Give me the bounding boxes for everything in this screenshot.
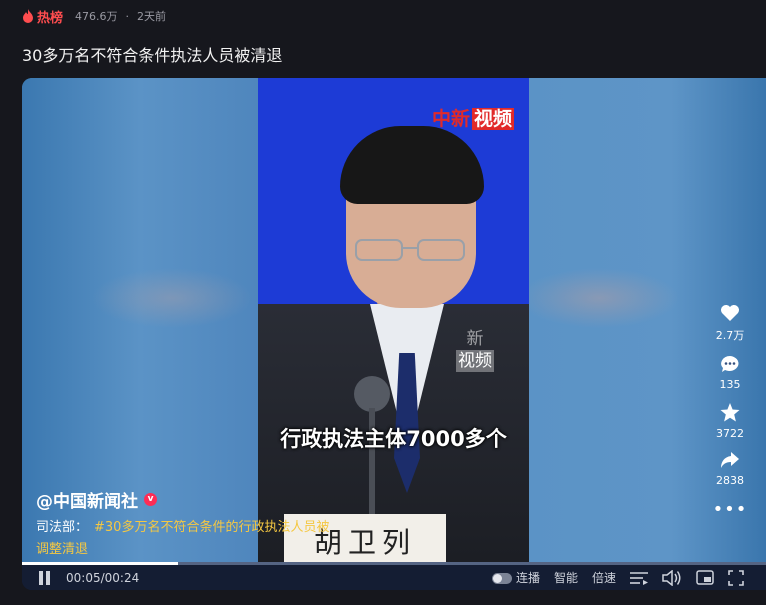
like-button[interactable]: 2.7万 xyxy=(708,304,752,343)
video-description: 司法部： #30多万名不符合条件的行政执法人员被 xyxy=(36,516,329,535)
current-time: 00:05 xyxy=(66,570,101,585)
top-meta-bar: 热榜 476.6万 · 2天前 xyxy=(22,6,166,26)
microphone xyxy=(354,376,390,412)
controls-right: 连播 智能 倍速 xyxy=(491,569,744,586)
description-prefix: 司法部： xyxy=(36,520,89,535)
playlist-icon[interactable] xyxy=(630,571,648,585)
time-display: 00:05/00:24 xyxy=(66,570,140,585)
share-button[interactable]: 2838 xyxy=(708,452,752,487)
comment-button[interactable]: 135 xyxy=(708,355,752,391)
hot-label: 热榜 xyxy=(37,10,64,26)
pause-icon[interactable] xyxy=(38,570,52,585)
star-icon xyxy=(720,403,740,422)
post-time: 2天前 xyxy=(137,10,167,23)
fullscreen-icon[interactable] xyxy=(728,569,744,586)
video-player[interactable]: 胡卫列 中新 视频 新视频 行政执法主体7000多个 @中国新闻社 v 司法部： #… xyxy=(22,78,766,590)
autoplay-toggle[interactable]: 连播 xyxy=(491,569,540,586)
player-controls: 00:05/00:24 连播 智能 倍速 xyxy=(22,565,766,590)
comment-count: 135 xyxy=(719,378,741,391)
toggle-switch-icon xyxy=(491,573,512,584)
volume-icon[interactable] xyxy=(662,569,682,586)
share-icon xyxy=(721,452,739,468)
hot-list-link[interactable]: 热榜 xyxy=(22,7,63,26)
share-count: 2838 xyxy=(716,474,744,487)
meta-separator: · xyxy=(125,9,130,23)
fire-icon xyxy=(23,9,33,23)
speaker-hair xyxy=(340,126,484,204)
duration: 00:24 xyxy=(104,570,140,585)
picture-in-picture-icon[interactable] xyxy=(696,570,714,585)
video-subtitle: 行政执法主体7000多个 xyxy=(280,427,507,451)
view-count: 476.6万 xyxy=(75,10,118,23)
video-watermark: 新视频 xyxy=(456,329,494,372)
more-options-button[interactable]: ••• xyxy=(708,499,752,520)
playback-speed-button[interactable]: 倍速 xyxy=(592,569,616,586)
author-name[interactable]: @中国新闻社 xyxy=(36,487,138,512)
favorite-button[interactable]: 3722 xyxy=(708,403,752,440)
smart-quality-button[interactable]: 智能 xyxy=(554,569,578,586)
action-column: 2.7万 135 3722 2838 ••• xyxy=(708,304,752,520)
chinanews-video-logo: 中新 视频 xyxy=(432,108,515,130)
comment-icon xyxy=(721,356,739,372)
favorite-count: 3722 xyxy=(716,427,744,440)
author-link[interactable]: @中国新闻社 v xyxy=(36,487,157,512)
like-count: 2.7万 xyxy=(715,329,745,342)
speaker-glasses xyxy=(355,239,465,261)
video-title: 30多万名不符合条件执法人员被清退 xyxy=(22,46,283,65)
verified-badge-icon: v xyxy=(144,493,157,506)
adjust-quality-link[interactable]: 调整清退 xyxy=(36,538,88,557)
hashtag-link[interactable]: #30多万名不符合条件的行政执法人员被 xyxy=(94,520,329,535)
video-frame[interactable]: 胡卫列 中新 视频 新视频 xyxy=(258,78,529,562)
heart-icon xyxy=(721,305,739,321)
